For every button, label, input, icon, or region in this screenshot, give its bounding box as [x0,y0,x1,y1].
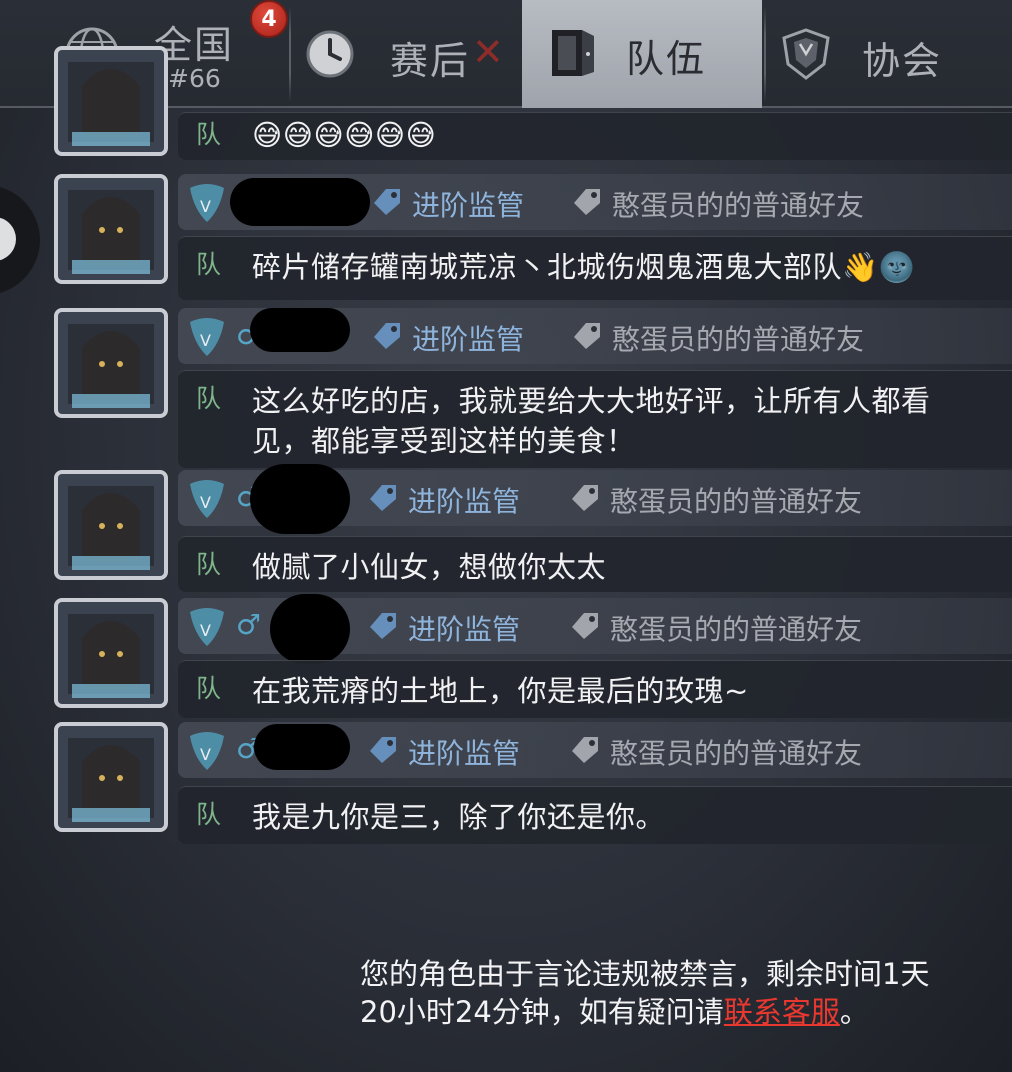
contact-support-link[interactable]: 联系客服 [724,995,840,1029]
svg-text:V: V [200,197,211,216]
message-text: 碎片储存罐南城荒凉丶北城伤烟鬼酒鬼大部队👋🌚 [252,250,916,284]
clock-icon [304,28,356,84]
tag-icon [570,319,604,357]
svg-text:V: V [200,745,211,764]
tab-team[interactable]: 队伍 [522,0,762,108]
avatar[interactable] [52,304,170,422]
vip-icon: V [184,728,230,778]
chat-message-list[interactable]: 队 😅😅😅😅😅😅 V 进阶监管 憨蛋员的的普通好友 队 碎片储存罐南城荒凉丶北城… [0,46,1012,852]
tag-icon [366,481,400,519]
message-bubble: 队 在我荒瘠的土地上，你是最后的玫瑰~ [178,660,1012,718]
rank-tag: 进阶监管 [366,480,520,520]
tag-icon [568,733,602,771]
rank-tag-text: 进阶监管 [412,323,525,356]
redacted-username [250,308,350,352]
message-text: 在我荒瘠的土地上，你是最后的玫瑰~ [252,674,749,708]
friend-tag: 憨蛋员的的普通好友 [570,184,864,224]
message-bubble: 队 😅😅😅😅😅😅 [178,112,1012,160]
redacted-username [254,724,350,770]
vip-icon: V [184,180,230,230]
tab-team-label: 队伍 [626,37,707,81]
unread-badge: 4 [250,0,288,38]
message-bubble: 队 我是九你是三，除了你还是你。 [178,786,1012,844]
tag-icon [366,609,400,647]
avatar[interactable] [52,42,170,160]
channel-tag: 队 [196,120,222,149]
tab-guild-label: 协会 [862,39,943,83]
message-bubble: 队 碎片储存罐南城荒凉丶北城伤烟鬼酒鬼大部队👋🌚 [178,236,1012,300]
svg-text:V: V [200,493,211,512]
tag-icon [570,185,604,223]
redacted-username [270,594,350,664]
message-bubble: 队 做腻了小仙女，想做你太太 [178,536,1012,592]
sender-info-row: V ♂ 进阶监管 憨蛋员的的普通好友 [178,308,1012,364]
friend-tag: 憨蛋员的的普通好友 [568,732,862,772]
avatar[interactable] [52,718,170,836]
redacted-username [250,464,350,534]
sender-info-row: V ♂ 进阶监管 憨蛋员的的普通好友 [178,722,1012,778]
rank-tag-text: 进阶监管 [408,613,521,646]
rank-tag: 进阶监管 [366,732,520,772]
message-text: 做腻了小仙女，想做你太太 [252,550,607,584]
guild-crest-icon [776,24,836,88]
channel-tag: 队 [196,550,222,579]
channel-tag: 队 [196,800,222,829]
redacted-username [230,178,370,226]
male-icon: ♂ [236,608,262,641]
channel-tag: 队 [196,674,222,703]
svg-text:V: V [200,331,211,350]
tag-icon [568,481,602,519]
svg-text:V: V [200,621,211,640]
rank-tag-text: 进阶监管 [408,485,521,518]
friend-tag-text: 憨蛋员的的普通好友 [610,737,863,770]
tag-icon [568,609,602,647]
vip-icon: V [184,476,230,526]
channel-tag: 队 [196,250,222,279]
sender-info-row: V ♂ 进阶监管 憨蛋员的的普通好友 [178,464,1012,534]
rank-tag: 进阶监管 [370,184,524,224]
mute-notice: 您的角色由于言论违规被禁言，剩余时间1天20小时24分钟，如有疑问请联系客服。 [360,955,960,1031]
door-icon [544,24,602,86]
national-rank: #66 [168,64,221,93]
message-bubble: 队 这么好吃的店，我就要给大大地好评，让所有人都看见，都能享受到这样的美食！ [178,370,1012,468]
tab-postmatch[interactable]: 赛后 ✕ [292,0,520,108]
friend-tag-text: 憨蛋员的的普通好友 [610,485,863,518]
chat-screen: 全国 #66 4 赛后 ✕ 队伍 协会 队 😅😅😅😅😅😅 V 进阶监管 憨蛋员的… [0,0,1012,1072]
avatar[interactable] [52,594,170,712]
friend-tag-text: 憨蛋员的的普通好友 [612,323,865,356]
tag-icon [366,733,400,771]
vip-icon: V [184,314,230,364]
tab-divider [289,6,291,102]
avatar[interactable] [52,170,170,288]
friend-tag: 憨蛋员的的普通好友 [570,318,864,358]
message-text: 我是九你是三，除了你还是你。 [252,800,666,834]
message-text: 😅😅😅😅😅😅 [252,118,437,152]
rank-tag: 进阶监管 [366,608,520,648]
rank-tag-text: 进阶监管 [408,737,521,770]
friend-tag: 憨蛋员的的普通好友 [568,480,862,520]
friend-tag: 憨蛋员的的普通好友 [568,608,862,648]
message-text: 这么好吃的店，我就要给大大地好评，让所有人都看见，都能享受到这样的美食！ [252,384,931,458]
rank-tag: 进阶监管 [370,318,524,358]
channel-tag: 队 [196,384,222,413]
vip-icon: V [184,604,230,654]
mute-notice-end: 。 [839,995,869,1029]
close-mark-icon: ✕ [472,30,504,74]
tag-icon [370,185,404,223]
friend-tag-text: 憨蛋员的的普通好友 [612,189,865,222]
sender-info-row: V 进阶监管 憨蛋员的的普通好友 [178,174,1012,230]
avatar[interactable] [52,466,170,584]
sender-info-row: V ♂ 进阶监管 憨蛋员的的普通好友 [178,594,1012,664]
tag-icon [370,319,404,357]
rank-tag-text: 进阶监管 [412,189,525,222]
friend-tag-text: 憨蛋员的的普通好友 [610,613,863,646]
tab-guild[interactable]: 协会 [766,0,1012,108]
tab-postmatch-label: 赛后 [390,39,471,83]
